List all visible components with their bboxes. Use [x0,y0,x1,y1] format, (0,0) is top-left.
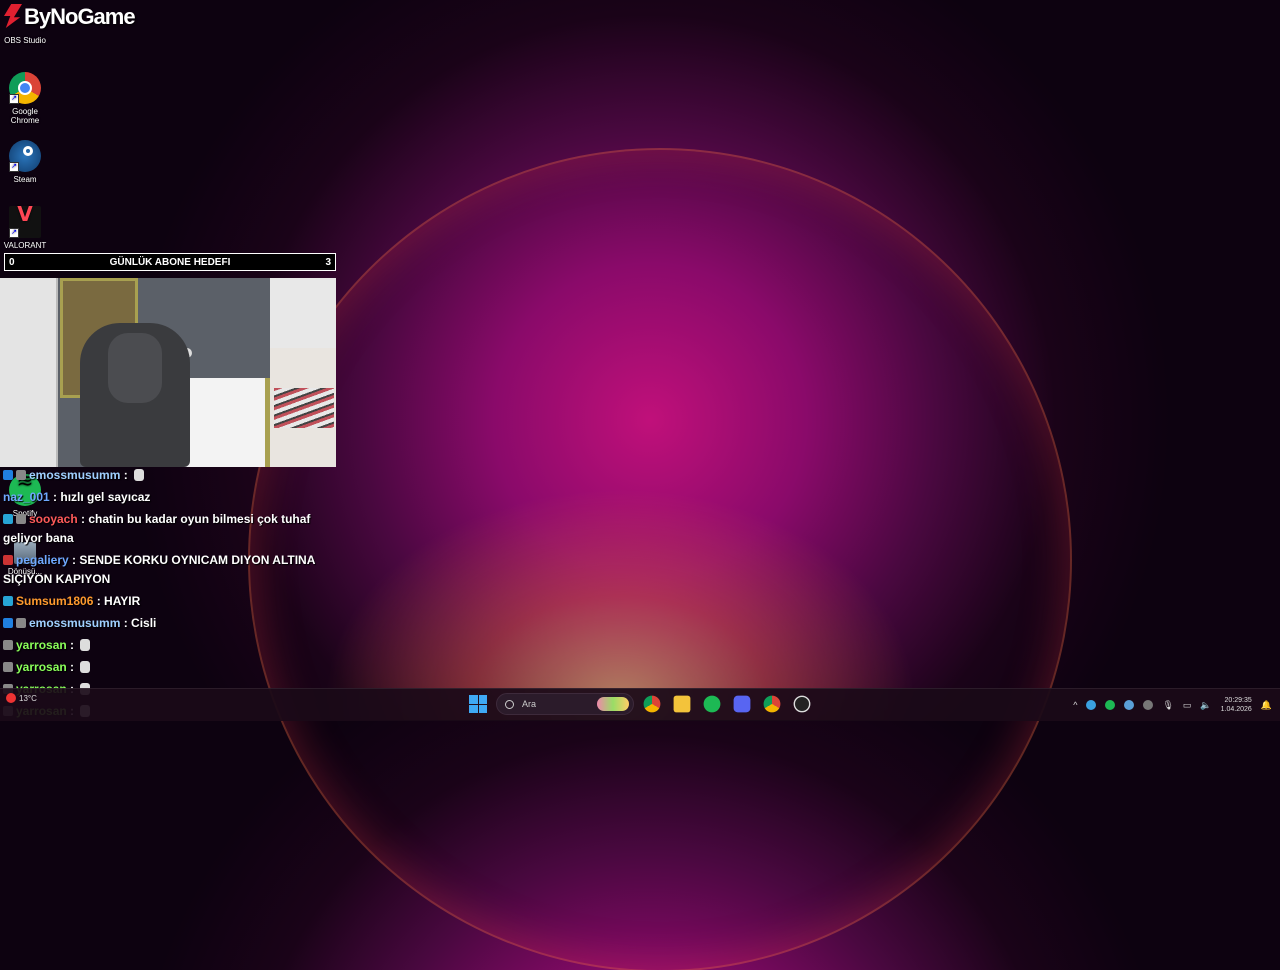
tray-overflow-chevron-icon[interactable]: ^ [1073,700,1077,710]
webcam-feed [0,278,336,467]
taskbar-discord-icon[interactable] [733,695,751,713]
chat-message: yarrosan : [3,658,343,677]
chrome-icon: ↗ [9,72,41,104]
chat-message: yarrosan : [3,636,343,655]
chat-username: sooyach [29,512,78,526]
brand-name: ByNoGame [24,4,136,29]
search-icon [505,699,514,709]
chat-overlay: emossmusumm : naz_001 : hızlı gel sayıca… [3,466,343,724]
chat-message: pegaliery : SENDE KORKU OYNICAM DIYON AL… [3,553,315,586]
chat-message-text: HAYIR [104,594,141,608]
desktop-icon-valorant[interactable]: ↗ VALORANT [0,206,50,250]
weather-icon [6,693,16,703]
taskbar-chrome-profile-icon[interactable] [763,695,781,713]
chat-message: emossmusumm : Cisli [3,614,343,633]
tray-steam-icon[interactable] [1124,700,1135,710]
desktop-icon-label: Google Chrome [10,107,40,125]
chat-badge-gift-icon [3,514,13,524]
desktop-icon-chrome[interactable]: ↗ Google Chrome [0,72,50,125]
chat-username: emossmusumm [29,616,121,630]
tray-volume-icon[interactable]: 🔈 [1200,700,1211,711]
chat-badge-sub-icon [3,662,13,672]
chat-message: sooyach : chatin bu kadar oyun bilmesi ç… [3,512,311,545]
clock-time: 20:29:35 [1224,697,1252,704]
chat-message-text: Cisli [131,616,157,630]
search-input[interactable]: Ara [496,693,634,715]
tray-defender-icon[interactable] [1086,700,1097,710]
chat-username: yarrosan [16,660,67,674]
desktop-icon-steam[interactable]: ↗ Steam [0,140,50,184]
tray-network-icon[interactable]: ▭ [1183,700,1192,711]
goal-title: GÜNLÜK ABONE HEDEFI [109,256,231,268]
desktop-icon-label: VALORANT [3,241,47,250]
chat-message: naz_001 : hızlı gel sayıcaz [3,490,151,504]
desktop-icon-label: OBS Studio [4,36,46,45]
chat-badge-sub-icon [16,470,26,480]
chat-message-text: hızlı gel sayıcaz [60,490,151,504]
taskbar-chrome-icon[interactable] [643,695,661,713]
chat-badge-red-icon [3,555,13,565]
clock-date: 1.04.2026 [1220,706,1252,713]
chat-username: yarrosan [16,638,67,652]
webcam-desk [180,378,271,467]
bynogame-logo-icon [2,2,24,32]
chat-emote-icon [80,639,91,651]
notification-bell-icon[interactable]: 🔔 [1261,700,1272,711]
search-highlight-icon [597,697,629,711]
chat-username: emossmusumm [29,468,121,482]
chat-username: Sumsum1806 [16,594,94,608]
system-tray: ^ 🎙 ▭ 🔈 20:29:35 1.04.2026 🔔 [1073,689,1272,721]
chat-badge-prime-icon [3,470,13,480]
chat-username: naz_001 [3,490,50,504]
chat-badge-sub-icon [16,514,26,524]
chat-username: pegaliery [16,553,69,567]
clock[interactable]: 20:29:35 1.04.2026 [1221,696,1252,714]
shortcut-arrow-icon: ↗ [9,94,19,104]
chat-emote-icon [134,469,145,481]
taskbar-obs-icon[interactable] [793,695,811,713]
taskbar-center: Ara [466,692,814,716]
chat-message: emossmusumm : [3,466,343,485]
steam-icon: ↗ [9,140,41,172]
shortcut-arrow-icon: ↗ [9,228,19,238]
chat-badge-prime-icon [3,618,13,628]
webcam-bed [270,348,336,467]
taskbar: 13°C Ara ^ 🎙 ▭ 🔈 20:29:35 1.04.2026 🔔 [0,688,1280,721]
tray-discord-icon[interactable] [1143,700,1154,710]
subscriber-goal-bar: 0 GÜNLÜK ABONE HEDEFI 3 [4,253,336,271]
goal-target: 3 [325,256,331,268]
shortcut-arrow-icon: ↗ [9,162,19,172]
brand-logo: ByNoGame [2,2,136,32]
chat-emote-icon [80,661,91,673]
tray-microphone-icon[interactable]: 🎙 [1162,700,1173,711]
taskbar-file-explorer-icon[interactable] [673,695,691,713]
chat-badge-gift-icon [3,596,13,606]
desktop-icon-obs[interactable]: OBS Studio [0,36,50,45]
taskbar-spotify-icon[interactable] [703,695,721,713]
weather-temp: 13°C [19,693,37,703]
start-button[interactable] [466,692,490,716]
valorant-icon: ↗ [9,206,41,238]
wallpaper-ring [250,150,1070,970]
chat-badge-sub-icon [16,618,26,628]
weather-widget[interactable]: 13°C [6,693,37,703]
tray-spotify-icon[interactable] [1105,700,1116,710]
search-placeholder: Ara [522,699,537,709]
chat-message: Sumsum1806 : HAYIR [3,592,343,611]
webcam-door [0,278,58,467]
chat-badge-sub-icon [3,640,13,650]
desktop-icon-label: Steam [13,175,37,184]
webcam-gaming-chair [80,323,190,467]
